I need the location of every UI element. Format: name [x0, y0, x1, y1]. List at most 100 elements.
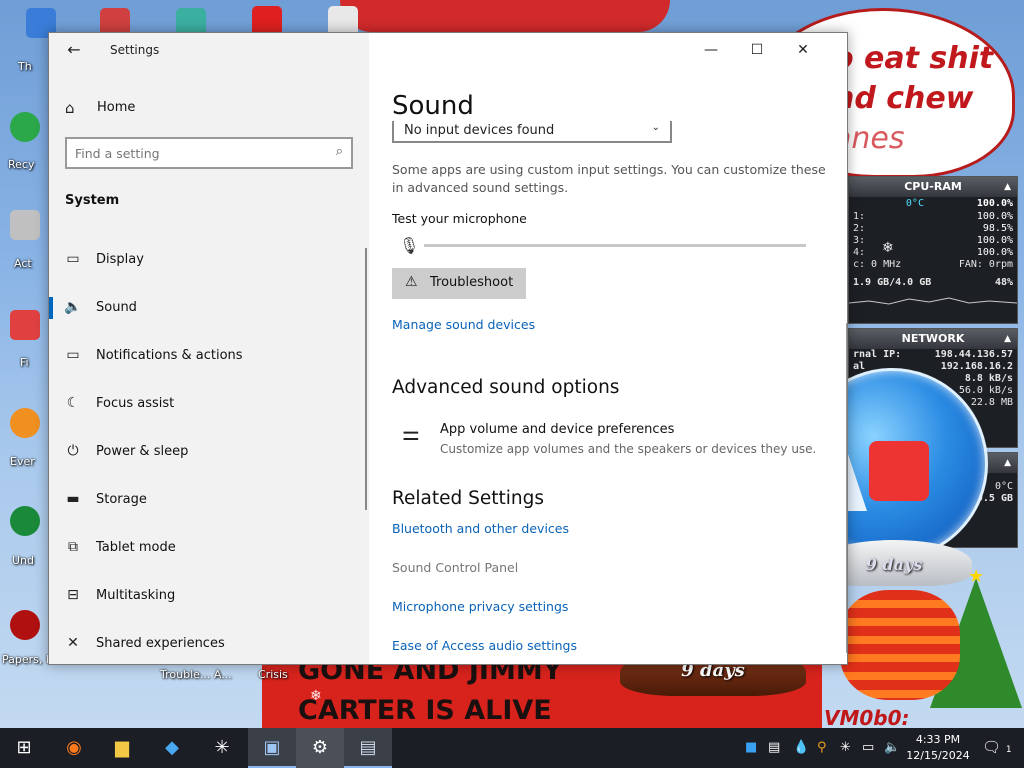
active-indicator — [49, 297, 53, 319]
taskbar-app[interactable]: ◆ — [148, 728, 196, 768]
home-link[interactable]: ⌂ Home — [49, 93, 369, 123]
search-box[interactable]: ⌕ — [65, 137, 353, 169]
document-app-icon: ▤ — [359, 737, 377, 758]
clock[interactable]: 4:33 PM 12/15/2024 — [906, 732, 970, 764]
sound-control-panel-link[interactable]: Sound Control Panel — [392, 560, 518, 575]
settings-icon: ⚙ — [311, 737, 329, 758]
main-scrollbar[interactable] — [846, 323, 847, 653]
taskbar-app-image[interactable]: ▣ — [248, 728, 296, 768]
recycle-bin-icon[interactable] — [10, 112, 40, 142]
desktop-icon-label: Fi — [20, 356, 29, 369]
snowflake-icon: ❄ — [310, 688, 322, 704]
section-label: System — [65, 193, 120, 208]
image-app-icon: ▣ — [263, 737, 281, 758]
clock-time: 4:33 PM — [915, 733, 961, 746]
cpu-core-row: 3: 100.0% — [853, 235, 1013, 246]
close-button[interactable]: ✕ — [780, 33, 826, 67]
gadget-title: CPU-RAM ▲ — [849, 177, 1017, 197]
gift-decoration — [869, 441, 929, 501]
cpu-core-row: 2: 98.5% — [853, 223, 1013, 234]
troubleshoot-button[interactable]: ⚠ Troubleshoot — [392, 268, 526, 299]
warning-icon: ⚠ — [405, 274, 418, 290]
cpu-core-row: 4: 100.0% — [853, 247, 1013, 258]
taskbar-app[interactable]: ✳ — [198, 728, 246, 768]
desktop-icon[interactable] — [10, 610, 40, 640]
test-microphone-label: Test your microphone — [392, 211, 527, 226]
sidebar-item-label: Notifications & actions — [96, 348, 243, 363]
firefox-icon: ◉ — [66, 737, 82, 758]
sidebar-item-storage[interactable]: ▬ Storage — [49, 475, 369, 523]
sidebar-item-label: Focus assist — [96, 396, 175, 411]
slinky-decoration — [840, 590, 960, 700]
sidebar-item-power-sleep[interactable]: ⏻ Power & sleep — [49, 427, 369, 475]
window-title: Settings — [110, 43, 160, 57]
sidebar-item-label: Storage — [96, 492, 147, 507]
speech-line: nd chew — [833, 81, 974, 116]
tray-search-icon[interactable]: ⚲ — [817, 740, 827, 755]
start-icon: ⊞ — [16, 737, 32, 758]
gadget-title: NETWORK ▲ — [849, 329, 1017, 349]
memory-row: 1.9 GB/4.0 GB 48% — [853, 277, 1013, 288]
back-arrow-icon: ← — [67, 40, 81, 59]
sliders-icon[interactable]: ⚌ — [402, 421, 420, 445]
page-title: Sound — [392, 91, 474, 121]
sidebar-item-label: Power & sleep — [96, 444, 189, 459]
desktop-icon-label: Papers, P — [2, 653, 53, 666]
power-icon: ⏻ — [67, 443, 79, 459]
sidebar-item-multitasking[interactable]: ⊟ Multitasking — [49, 571, 369, 619]
collapse-icon[interactable]: ▲ — [1004, 177, 1011, 197]
desktop-icon[interactable] — [10, 310, 40, 340]
sidebar: ← Settings ⌂ Home ⌕ System ▭ Display 🔈 S… — [49, 33, 369, 664]
volume-icon[interactable]: 🔈 — [884, 740, 900, 755]
start-button[interactable]: ⊞ — [0, 728, 48, 768]
manage-sound-devices-link[interactable]: Manage sound devices — [392, 317, 535, 332]
desktop-icon[interactable] — [10, 210, 40, 240]
minimize-button[interactable]: — — [688, 33, 734, 67]
network-icon[interactable]: ▭ — [862, 740, 874, 755]
collapse-icon[interactable]: ▲ — [1004, 329, 1011, 349]
dropdown-value: No input devices found — [404, 123, 555, 138]
sidebar-item-display[interactable]: ▭ Display — [49, 235, 369, 283]
sidebar-item-tablet-mode[interactable]: ⧉ Tablet mode — [49, 523, 369, 571]
sidebar-item-shared-experiences[interactable]: ✕ Shared experiences — [49, 619, 369, 664]
file-explorer-icon: ▆ — [115, 737, 129, 758]
tray-water-icon[interactable]: 💧 — [793, 740, 809, 755]
desktop-icon[interactable] — [10, 408, 40, 438]
ease-of-access-audio-link[interactable]: Ease of Access audio settings — [392, 638, 577, 653]
search-input[interactable] — [75, 144, 315, 162]
search-icon[interactable]: ⌕ — [336, 144, 343, 159]
collapse-icon[interactable]: ▲ — [1004, 453, 1011, 473]
sidebar-item-notifications[interactable]: ▭ Notifications & actions — [49, 331, 369, 379]
tray-app-icon[interactable]: ■ — [745, 740, 757, 755]
home-label: Home — [97, 100, 136, 115]
microphone-privacy-link[interactable]: Microphone privacy settings — [392, 599, 568, 614]
sidebar-scrollbar[interactable] — [365, 248, 367, 510]
input-device-dropdown[interactable]: No input devices found ⌄ — [392, 121, 672, 143]
taskbar-app-file-explorer[interactable]: ▆ — [98, 728, 146, 768]
cpu-total-row: 0°C 100.0% — [905, 198, 1013, 209]
taskbar-app-document[interactable]: ▤ — [344, 728, 392, 768]
sparkle-icon: ✳ — [214, 737, 230, 758]
app-volume-preferences-link[interactable]: App volume and device preferences — [440, 422, 674, 437]
taskbar-app-firefox[interactable]: ◉ — [50, 728, 98, 768]
tray-sparkle-icon[interactable]: ✳ — [840, 740, 851, 755]
taskbar-app-settings[interactable]: ⚙ — [296, 728, 344, 768]
advanced-sound-heading: Advanced sound options — [392, 377, 620, 398]
notification-center-button[interactable]: 🗨 1 — [982, 738, 1012, 756]
speech-line: o eat shit — [833, 41, 994, 76]
memory-graph — [849, 297, 1017, 305]
sidebar-item-focus-assist[interactable]: ☾ Focus assist — [49, 379, 369, 427]
notification-count: 1 — [1005, 745, 1012, 755]
santa-hat-decoration — [340, 0, 670, 32]
titlebar[interactable]: ← Settings — [49, 33, 369, 67]
maximize-button[interactable]: ☐ — [734, 33, 780, 67]
app-icon: ◆ — [165, 737, 179, 758]
bluetooth-devices-link[interactable]: Bluetooth and other devices — [392, 521, 569, 536]
display-icon: ▭ — [66, 251, 80, 267]
sidebar-item-sound[interactable]: 🔈 Sound — [49, 283, 369, 331]
microphone-icon: 🎙 — [399, 236, 420, 255]
back-button[interactable]: ← — [63, 39, 85, 61]
banner-line: CARTER IS ALIVE — [298, 695, 552, 726]
desktop-icon[interactable] — [10, 506, 40, 536]
tray-app-icon[interactable]: ▤ — [768, 740, 780, 755]
